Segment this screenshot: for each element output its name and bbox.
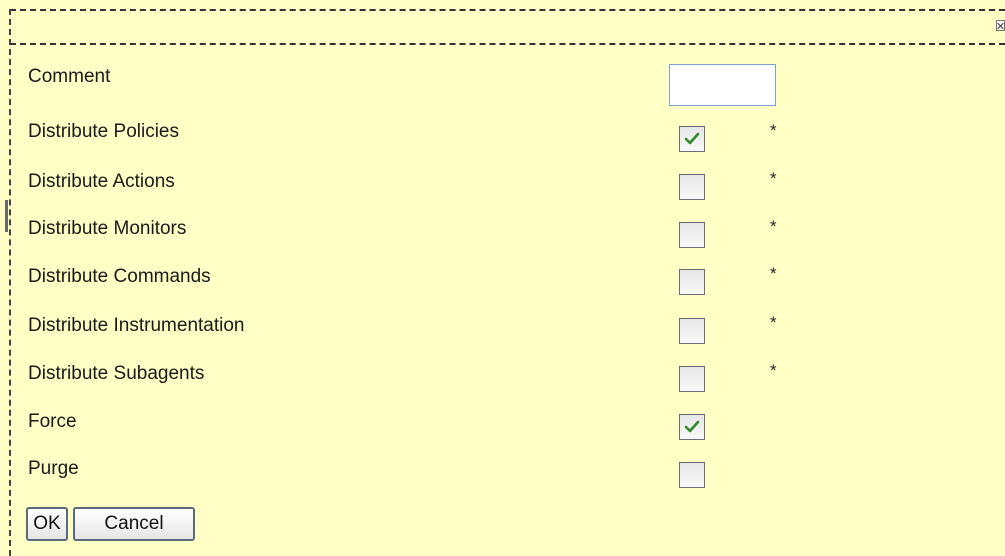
- required-asterisk: *: [770, 169, 777, 188]
- required-asterisk: *: [770, 217, 777, 236]
- titlebar-divider: [10, 43, 1005, 45]
- dialog-border-left: [9, 9, 11, 556]
- dialog-border-top: [10, 9, 1005, 11]
- check-mark-icon: [684, 420, 700, 433]
- distribute-instrumentation-label: Distribute Instrumentation: [28, 315, 245, 336]
- purge-checkbox[interactable]: [679, 462, 705, 488]
- close-icon[interactable]: [996, 20, 1005, 31]
- distribute-policies-label: Distribute Policies: [28, 121, 179, 142]
- purge-label: Purge: [28, 458, 79, 479]
- distribute-dialog: Comment Distribute Policies * Distribute…: [0, 0, 1005, 556]
- required-asterisk: *: [770, 264, 777, 283]
- cancel-button[interactable]: Cancel: [73, 507, 195, 541]
- comment-label: Comment: [28, 66, 111, 87]
- comment-field[interactable]: [669, 64, 776, 106]
- distribute-commands-checkbox[interactable]: [679, 269, 705, 295]
- force-label: Force: [28, 411, 77, 432]
- distribute-instrumentation-checkbox[interactable]: [679, 318, 705, 344]
- distribute-subagents-label: Distribute Subagents: [28, 363, 205, 384]
- distribute-monitors-checkbox[interactable]: [679, 222, 705, 248]
- distribute-subagents-checkbox[interactable]: [679, 366, 705, 392]
- check-mark-icon: [684, 132, 700, 145]
- ok-button[interactable]: OK: [26, 507, 68, 541]
- distribute-monitors-label: Distribute Monitors: [28, 218, 187, 239]
- force-checkbox[interactable]: [679, 414, 705, 440]
- distribute-actions-label: Distribute Actions: [28, 171, 175, 192]
- required-asterisk: *: [770, 313, 777, 332]
- required-asterisk: *: [770, 121, 777, 140]
- distribute-commands-label: Distribute Commands: [28, 266, 211, 287]
- distribute-policies-checkbox[interactable]: [679, 126, 705, 152]
- distribute-actions-checkbox[interactable]: [679, 174, 705, 200]
- resize-handle[interactable]: [5, 200, 8, 232]
- required-asterisk: *: [770, 361, 777, 380]
